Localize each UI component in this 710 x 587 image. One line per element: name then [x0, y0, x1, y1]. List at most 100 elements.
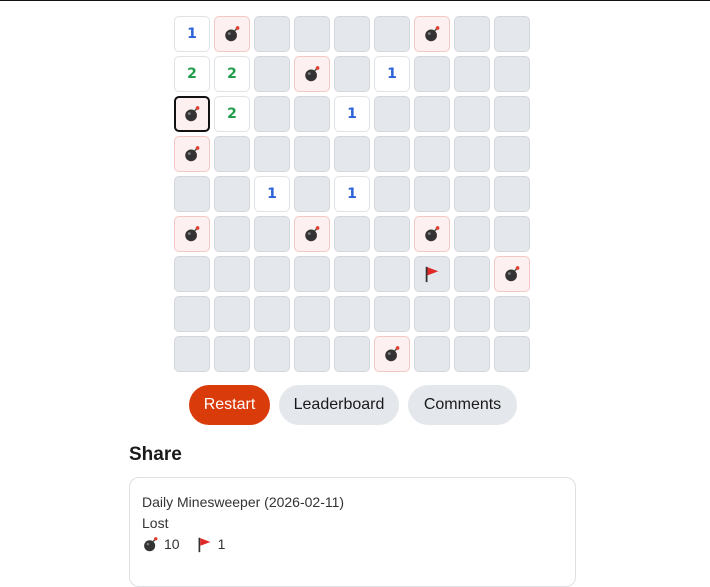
cell-hidden[interactable]	[414, 56, 450, 92]
cell-hidden[interactable]	[334, 296, 370, 332]
cell-mine[interactable]	[294, 216, 330, 252]
cell-hidden[interactable]	[294, 256, 330, 292]
cell-mine[interactable]	[294, 56, 330, 92]
cell-hidden[interactable]	[254, 256, 290, 292]
cell-hidden[interactable]	[454, 16, 490, 52]
cell-hidden[interactable]	[374, 256, 410, 292]
cell-mine[interactable]	[214, 16, 250, 52]
cell-hidden[interactable]	[414, 96, 450, 132]
cell-hidden[interactable]	[294, 136, 330, 172]
cell-hidden[interactable]	[294, 296, 330, 332]
cell-number-label: 2	[227, 106, 237, 122]
cell-hidden[interactable]	[334, 136, 370, 172]
cell-hidden[interactable]	[254, 16, 290, 52]
cell-hidden[interactable]	[214, 296, 250, 332]
bomb-icon	[183, 105, 201, 123]
cell-hidden[interactable]	[334, 216, 370, 252]
cell-hidden[interactable]	[494, 16, 530, 52]
cell-hidden[interactable]	[374, 96, 410, 132]
cell-hidden[interactable]	[294, 16, 330, 52]
cell-hidden[interactable]	[494, 136, 530, 172]
cell-hidden[interactable]	[454, 56, 490, 92]
restart-button[interactable]: Restart	[189, 385, 270, 425]
cell-hidden[interactable]	[454, 336, 490, 372]
cell-hidden[interactable]	[254, 216, 290, 252]
cell-hidden[interactable]	[374, 136, 410, 172]
cell-hidden[interactable]	[294, 176, 330, 212]
cell-hidden[interactable]	[174, 176, 210, 212]
cell-hidden[interactable]	[334, 56, 370, 92]
cell-hidden[interactable]	[214, 176, 250, 212]
cell-hidden[interactable]	[214, 336, 250, 372]
cell-hidden[interactable]	[214, 136, 250, 172]
cell-hidden[interactable]	[454, 256, 490, 292]
cell-hidden[interactable]	[174, 296, 210, 332]
cell-flagged[interactable]	[414, 256, 450, 292]
cell-mine[interactable]	[374, 336, 410, 372]
cell-mine[interactable]	[174, 136, 210, 172]
cell-number-label: 1	[347, 106, 357, 122]
share-stats: 10 1	[142, 534, 563, 554]
top-border	[0, 0, 710, 1]
cell-mine[interactable]	[414, 16, 450, 52]
cell-number[interactable]: 2	[214, 96, 250, 132]
cell-number[interactable]: 1	[374, 56, 410, 92]
bomb-icon	[423, 225, 441, 243]
cell-hidden[interactable]	[334, 16, 370, 52]
cell-hidden[interactable]	[334, 336, 370, 372]
bomb-icon	[183, 225, 201, 243]
cell-number[interactable]: 1	[334, 176, 370, 212]
cell-hidden[interactable]	[454, 216, 490, 252]
cell-mine[interactable]	[494, 256, 530, 292]
cell-mine-exploded[interactable]	[174, 96, 210, 132]
cell-hidden[interactable]	[214, 216, 250, 252]
cell-hidden[interactable]	[454, 296, 490, 332]
cell-hidden[interactable]	[454, 176, 490, 212]
cell-number[interactable]: 2	[214, 56, 250, 92]
cell-mine[interactable]	[174, 216, 210, 252]
cell-number[interactable]: 1	[334, 96, 370, 132]
cell-hidden[interactable]	[494, 96, 530, 132]
cell-hidden[interactable]	[174, 256, 210, 292]
bomb-icon	[223, 25, 241, 43]
leaderboard-button[interactable]: Leaderboard	[279, 385, 399, 425]
cell-hidden[interactable]	[294, 336, 330, 372]
cell-hidden[interactable]	[254, 336, 290, 372]
cell-hidden[interactable]	[214, 256, 250, 292]
cell-hidden[interactable]	[494, 176, 530, 212]
cell-number-label: 1	[387, 66, 397, 82]
cell-hidden[interactable]	[334, 256, 370, 292]
cell-hidden[interactable]	[414, 136, 450, 172]
cell-hidden[interactable]	[454, 136, 490, 172]
cell-number-label: 1	[187, 26, 197, 42]
cell-hidden[interactable]	[494, 56, 530, 92]
minesweeper-board: 1 2 2 1 2 1 1 1	[174, 16, 530, 372]
cell-hidden[interactable]	[414, 336, 450, 372]
share-mine-count: 10	[164, 536, 180, 552]
cell-number[interactable]: 2	[174, 56, 210, 92]
cell-hidden[interactable]	[254, 136, 290, 172]
cell-hidden[interactable]	[374, 216, 410, 252]
cell-hidden[interactable]	[294, 96, 330, 132]
cell-number-label: 2	[227, 66, 237, 82]
cell-mine[interactable]	[414, 216, 450, 252]
cell-hidden[interactable]	[454, 96, 490, 132]
share-flag-count: 1	[217, 536, 226, 552]
cell-hidden[interactable]	[374, 296, 410, 332]
cell-hidden[interactable]	[414, 176, 450, 212]
cell-hidden[interactable]	[254, 56, 290, 92]
cell-number[interactable]: 1	[174, 16, 210, 52]
cell-number[interactable]: 1	[254, 176, 290, 212]
comments-button[interactable]: Comments	[408, 385, 517, 425]
cell-hidden[interactable]	[254, 296, 290, 332]
cell-hidden[interactable]	[494, 216, 530, 252]
cell-hidden[interactable]	[494, 296, 530, 332]
cell-hidden[interactable]	[414, 296, 450, 332]
bomb-icon	[303, 65, 321, 83]
bomb-icon	[503, 265, 521, 283]
cell-hidden[interactable]	[494, 336, 530, 372]
cell-hidden[interactable]	[174, 336, 210, 372]
cell-hidden[interactable]	[254, 96, 290, 132]
cell-hidden[interactable]	[374, 16, 410, 52]
cell-hidden[interactable]	[374, 176, 410, 212]
